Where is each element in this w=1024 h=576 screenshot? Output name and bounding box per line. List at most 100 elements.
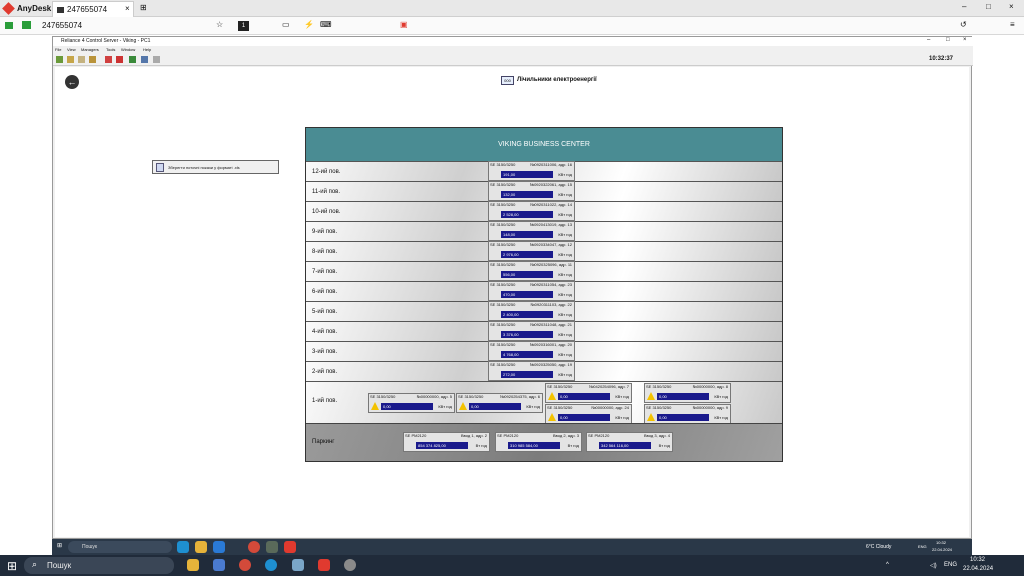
chrome-icon[interactable]	[239, 559, 251, 571]
meter-card[interactable]: SE 3150/3250 №0920325050, адр. 19 272,00 К…	[488, 361, 575, 381]
menu-help[interactable]: Help	[143, 47, 151, 52]
close-window-icon[interactable]: ×	[1009, 2, 1014, 11]
keyboard-icon[interactable]: ⌨	[320, 20, 332, 29]
warning-icon	[548, 392, 556, 400]
toolbar-icon-5[interactable]	[105, 56, 112, 63]
meter-card-warning[interactable]: SE 3150/3250 №00000000, адр. 8 0,00 КВт го…	[644, 383, 731, 403]
remote-chrome-icon[interactable]	[248, 541, 260, 553]
meter-card[interactable]: SE 3150/3250 №0920325096, адр. 11 556,00 К…	[488, 261, 575, 281]
menu-window[interactable]: Window	[121, 47, 135, 52]
warning-icon	[647, 392, 655, 400]
windows-start-icon[interactable]: ⊞	[7, 559, 17, 573]
remote-start-icon[interactable]: ⊞	[57, 542, 62, 549]
taskbar-date[interactable]: 22.04.2024	[963, 566, 993, 572]
toolbar-icon-6[interactable]	[116, 56, 123, 63]
toolbar-icon-1[interactable]	[56, 56, 63, 63]
parking-meter-card[interactable]: SE PM2120 Ввод 3, адр. 4 342 564 116,00 Вт…	[586, 432, 673, 452]
star-icon[interactable]: ☆	[216, 20, 223, 29]
meter-serial: №00000000, адр. 9	[692, 405, 728, 410]
remote-maximize-icon[interactable]: □	[946, 37, 950, 43]
record-icon[interactable]: ▣	[400, 20, 408, 29]
meter-model: SE 3150/3250	[547, 405, 573, 410]
app-icon[interactable]	[292, 559, 304, 571]
session-number-badge[interactable]: 1	[238, 21, 249, 31]
volume-icon[interactable]: ◁)	[930, 562, 937, 569]
tray-chevron-icon[interactable]: ^	[886, 562, 889, 568]
meter-card[interactable]: SE 3150/3250 №0920311103, адр. 22 2 400,0…	[488, 301, 575, 321]
menu-icon[interactable]: ≡	[1010, 20, 1015, 29]
remote-edge-icon[interactable]	[177, 541, 189, 553]
meter-value: 191,00	[501, 171, 553, 178]
address-field[interactable]: 247655074	[42, 21, 82, 30]
warning-icon	[548, 413, 556, 421]
meter-unit: КВт год	[558, 252, 572, 257]
meter-card[interactable]: SE 3150/3250 №0920316001, адр. 20 4 768,0…	[488, 341, 575, 361]
history-icon[interactable]: ↺	[960, 20, 967, 29]
remote-close-icon[interactable]: ×	[963, 37, 967, 43]
remote-date[interactable]: 22.04.2024	[932, 547, 952, 552]
remote-reliance-icon[interactable]	[266, 541, 278, 553]
parking-meter-card[interactable]: SE PM2120 Ввод 2, адр. 3 310 985 584,00 Вт…	[495, 432, 582, 452]
minimize-icon[interactable]: –	[962, 2, 966, 11]
parking-meter-card[interactable]: SE PM2120 Ввод 1, адр. 2 854 374 825,00 Вт…	[403, 432, 490, 452]
remote-search-box[interactable]: Пошук	[68, 541, 172, 553]
chat-icon[interactable]: ▭	[282, 20, 290, 29]
meter-card[interactable]: SE 3150/3250 №0920311006, адр. 16 191,00 К…	[488, 161, 575, 181]
meter-serial: №0920311054, адр. 23	[530, 282, 572, 287]
meter-card[interactable]: SE 3150/3250 №0920334047, адр. 12 2 976,0…	[488, 241, 575, 261]
meter-card-warning[interactable]: SE 3150/3250 №00000000, адр. 9 0,00 КВт го…	[644, 404, 731, 424]
meter-card-warning[interactable]: SE 3150/3250 №00000000, адр. 5 0,00 КВт го…	[368, 393, 455, 413]
meter-card[interactable]: SE 3150/3250 №0920413019, адр. 13 148,00 К…	[488, 221, 575, 241]
edge-icon[interactable]	[265, 559, 277, 571]
toolbar-icon-3[interactable]	[78, 56, 85, 63]
file-explorer-icon[interactable]	[187, 559, 199, 571]
meter-card-warning[interactable]: SE 3150/3250 №0920254375, адр. 6 0,00 КВт …	[456, 393, 543, 413]
maximize-icon[interactable]: □	[986, 2, 991, 11]
remote-minimize-icon[interactable]: –	[927, 37, 930, 43]
meter-card[interactable]: SE 3150/3250 №0920311048, адр. 21 3 376,0…	[488, 321, 575, 341]
meter-card[interactable]: SE 3150/3250 №0920311022, адр. 14 2 528,0…	[488, 201, 575, 221]
meter-value: 2 528,00	[501, 211, 553, 218]
new-tab-icon[interactable]: ⊞	[140, 3, 147, 12]
floor-label: 7-ий пов.	[312, 269, 338, 275]
chat-app-icon[interactable]	[213, 559, 225, 571]
close-tab-icon[interactable]: ×	[125, 4, 130, 13]
toolbar-icon-2[interactable]	[67, 56, 74, 63]
anydesk-taskbar-icon[interactable]	[318, 559, 330, 571]
remote-time[interactable]: 10:32	[936, 540, 946, 545]
menu-view[interactable]: View	[67, 47, 76, 52]
menu-file[interactable]: File	[55, 47, 61, 52]
meter-card-warning[interactable]: SE 3150/3250 №00000000, адр. 24 0,00 КВт г…	[545, 404, 632, 424]
remote-explorer-icon[interactable]	[195, 541, 207, 553]
connection-icon	[5, 22, 13, 29]
taskbar-search-label: Пошук	[47, 561, 72, 570]
menu-managers[interactable]: Managers	[81, 47, 99, 52]
toolbar-icon-4[interactable]	[89, 56, 96, 63]
remote-mail-icon[interactable]	[213, 541, 225, 553]
taskbar-time[interactable]: 10:32	[970, 557, 985, 563]
meter-model: SE 3150/3250	[490, 182, 516, 187]
taskbar-search-box[interactable]: ⌕ Пошук	[24, 557, 174, 574]
meter-unit: Вт год	[475, 443, 487, 448]
floor-label: 6-ий пов.	[312, 289, 338, 295]
toolbar-icon-8[interactable]	[141, 56, 148, 63]
remote-anydesk-icon[interactable]	[284, 541, 296, 553]
meter-card[interactable]: SE 3150/3250 №0920311054, адр. 23 470,00 К…	[488, 281, 575, 301]
anydesk-session-tab[interactable]: 247655074 ×	[52, 1, 134, 17]
meter-model: SE 3150/3250	[646, 384, 672, 389]
toolbar-icon-9[interactable]	[153, 56, 160, 63]
action-icon[interactable]: ⚡	[304, 20, 314, 29]
toolbar-icon-7[interactable]	[129, 56, 136, 63]
meter-value: 556,00	[501, 271, 553, 278]
parking-label: Паркинг	[312, 439, 335, 445]
back-arrow-button[interactable]: ←	[65, 75, 79, 89]
remote-lang[interactable]: ENG	[918, 544, 927, 549]
meter-card-warning[interactable]: SE 3150/3250 №0420254096, адр. 7 0,00 КВт …	[545, 383, 632, 403]
menu-tools[interactable]: Tools	[106, 47, 115, 52]
meter-unit: КВт год	[558, 372, 572, 377]
app-icon-2[interactable]	[344, 559, 356, 571]
taskbar-lang[interactable]: ENG	[944, 562, 957, 568]
meter-card[interactable]: SE 3150/3250 №0920322061, адр. 15 132,00 К…	[488, 181, 575, 201]
export-xls-button[interactable]: Зберегти поточні покази у форматі .xls	[152, 160, 279, 174]
remote-weather[interactable]: 6°C Cloudy	[866, 544, 891, 550]
